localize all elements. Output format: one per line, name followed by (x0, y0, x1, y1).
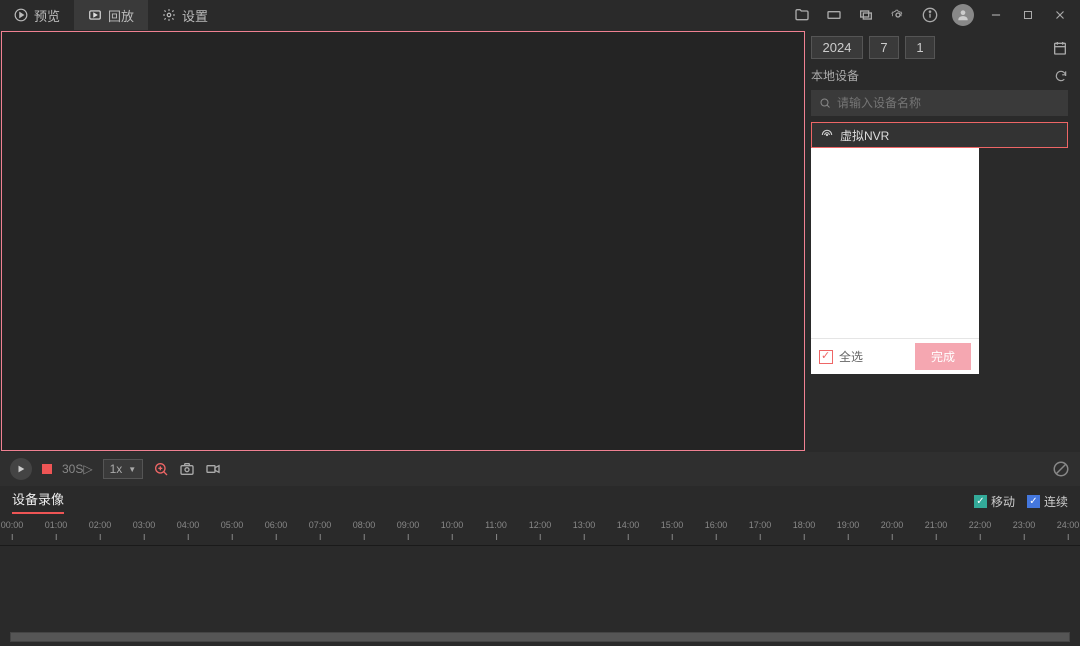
close-icon[interactable] (1050, 5, 1070, 25)
tab-settings[interactable]: 设置 (148, 0, 222, 30)
timeline-tick: 17:00 (749, 520, 772, 530)
timeline-tick: 05:00 (221, 520, 244, 530)
timeline-tick: 03:00 (133, 520, 156, 530)
scrollbar-track[interactable] (10, 632, 1070, 642)
screens-icon[interactable] (856, 5, 876, 25)
speed-dropdown[interactable]: 1x ▼ (103, 459, 144, 479)
day-select[interactable]: 1 (905, 36, 935, 59)
timeline-body (0, 546, 1080, 631)
gear-icon (162, 8, 176, 22)
minimize-icon[interactable] (986, 5, 1006, 25)
timeline-tick: 12:00 (529, 520, 552, 530)
timeline-tick: 04:00 (177, 520, 200, 530)
devices-label: 本地设备 (811, 67, 859, 84)
timeline-tick: 23:00 (1013, 520, 1036, 530)
calendar-icon[interactable] (1052, 40, 1068, 56)
tab-label: 设置 (182, 6, 208, 25)
timeline-tick: 02:00 (89, 520, 112, 530)
record-icon[interactable] (205, 461, 221, 477)
skip-30s-button[interactable]: 30S▷ (62, 462, 93, 476)
timeline-tick: 10:00 (441, 520, 464, 530)
device-item-nvr[interactable]: 虚拟NVR (811, 122, 1068, 148)
playback-icon (88, 8, 102, 22)
timeline-tick: 16:00 (705, 520, 728, 530)
device-search[interactable] (811, 90, 1068, 116)
stop-button[interactable] (42, 464, 52, 474)
titlebar-actions (792, 4, 1080, 26)
checkbox-motion[interactable]: ✓ (974, 495, 987, 508)
timeline-tick: 00:00 (1, 520, 24, 530)
legend-continuous-label: 连续 (1044, 493, 1068, 510)
timeline-tick: 24:00 (1057, 520, 1080, 530)
timeline-tick: 07:00 (309, 520, 332, 530)
timeline-tick: 09:00 (397, 520, 420, 530)
timeline-tick: 15:00 (661, 520, 684, 530)
keyboard-icon[interactable] (824, 5, 844, 25)
search-icon (819, 97, 831, 109)
info-icon[interactable] (920, 5, 940, 25)
date-selector: 2024 7 1 (811, 36, 1068, 59)
playback-controls: 30S▷ 1x ▼ (0, 452, 1080, 486)
timeline-tick: 18:00 (793, 520, 816, 530)
user-avatar[interactable] (952, 4, 974, 26)
refresh-icon[interactable] (1054, 69, 1068, 83)
month-select[interactable]: 7 (869, 36, 899, 59)
main-tabs: 预览 回放 设置 (0, 0, 222, 30)
tab-label: 预览 (34, 6, 60, 25)
checkbox-continuous[interactable]: ✓ (1027, 495, 1040, 508)
legend-motion[interactable]: ✓ 移动 (974, 493, 1015, 510)
play-circle-icon (14, 8, 28, 22)
snapshot-icon[interactable] (179, 461, 195, 477)
legend-motion-label: 移动 (991, 493, 1015, 510)
year-select[interactable]: 2024 (811, 36, 863, 59)
timeline-tick: 01:00 (45, 520, 68, 530)
done-button[interactable]: 完成 (915, 343, 971, 370)
recording-tab[interactable]: 设备录像 (12, 489, 64, 514)
titlebar: 预览 回放 设置 (0, 0, 1080, 30)
folder-icon[interactable] (792, 5, 812, 25)
disabled-circle-icon[interactable] (1052, 460, 1070, 478)
select-all-label: 全选 (839, 348, 863, 365)
channel-footer: 全选 完成 (811, 338, 979, 374)
timeline-tick: 13:00 (573, 520, 596, 530)
timeline-tick: 11:00 (485, 520, 507, 530)
timeline-tick: 20:00 (881, 520, 904, 530)
nvr-icon (820, 128, 834, 142)
play-button[interactable] (10, 458, 32, 480)
tab-playback[interactable]: 回放 (74, 0, 148, 30)
legend-continuous[interactable]: ✓ 连续 (1027, 493, 1068, 510)
search-input[interactable] (837, 96, 1060, 110)
timeline-tick: 19:00 (837, 520, 860, 530)
channel-list (811, 148, 979, 338)
chevron-down-icon: ▼ (128, 465, 136, 474)
timeline-tick: 21:00 (925, 520, 948, 530)
settings-gear-icon[interactable] (888, 5, 908, 25)
recording-tabs-row: 设备录像 ✓ 移动 ✓ 连续 (0, 486, 1080, 516)
video-viewport[interactable] (1, 31, 805, 451)
speed-value: 1x (110, 462, 123, 476)
scrollbar-thumb[interactable] (11, 633, 1069, 641)
maximize-icon[interactable] (1018, 5, 1038, 25)
timeline-tick: 06:00 (265, 520, 288, 530)
timeline-tick: 22:00 (969, 520, 992, 530)
devices-header: 本地设备 (811, 67, 1068, 84)
timeline[interactable]: 00:00 01:00 02:00 03:00 04:00 05:00 06:00 07:00… (0, 516, 1080, 546)
select-all-checkbox[interactable] (819, 350, 833, 364)
channel-panel: 全选 完成 (811, 148, 979, 374)
horizontal-scrollbar (0, 631, 1080, 645)
tab-preview[interactable]: 预览 (0, 0, 74, 30)
timeline-tick: 08:00 (353, 520, 376, 530)
main-row: 2024 7 1 本地设备 虚拟NVR (0, 30, 1080, 452)
device-name: 虚拟NVR (840, 127, 889, 144)
legend: ✓ 移动 ✓ 连续 (974, 493, 1068, 510)
side-panel: 2024 7 1 本地设备 虚拟NVR (805, 30, 1080, 452)
tab-label: 回放 (108, 6, 134, 25)
timeline-tick: 14:00 (617, 520, 640, 530)
zoom-icon[interactable] (153, 461, 169, 477)
